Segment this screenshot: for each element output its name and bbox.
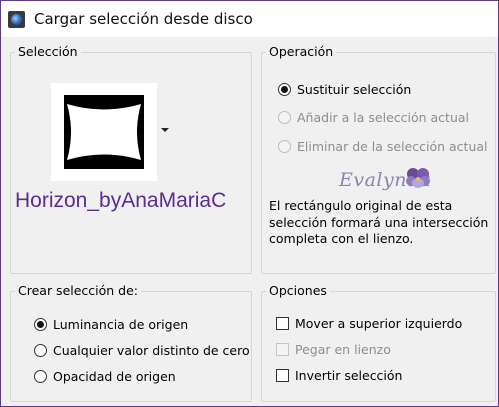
radio-button[interactable] xyxy=(34,370,47,383)
radio-opacidad-label: Opacidad de origen xyxy=(53,369,176,384)
radio-button[interactable] xyxy=(278,111,291,124)
checkbox-mover-label: Mover a superior izquierdo xyxy=(295,316,463,331)
title-bar: Cargar selección desde disco xyxy=(1,1,498,37)
operacion-group: Operación Sustituir selección Añadir a l… xyxy=(261,44,496,274)
window-title: Cargar selección desde disco xyxy=(34,10,253,28)
radio-anadir-label: Añadir a la selección actual xyxy=(297,110,470,125)
radio-button-checked[interactable] xyxy=(278,83,291,96)
checkbox[interactable] xyxy=(276,317,289,330)
checkbox-pegar-label: Pegar en lienzo xyxy=(295,342,391,357)
radio-eliminar-label: Eliminar de la selección actual xyxy=(297,139,488,154)
opciones-legend: Opciones xyxy=(266,283,330,298)
operacion-legend: Operación xyxy=(266,44,337,59)
checkbox[interactable] xyxy=(276,343,289,356)
crear-legend: Crear selección de: xyxy=(15,283,142,298)
selection-name: Horizon_byAnaMariaC xyxy=(15,189,227,212)
radio-cualquier-valor-label: Cualquier valor distinto de cero xyxy=(53,343,250,358)
selection-preview[interactable] xyxy=(51,83,157,181)
operation-description: El rectángulo original de esta selección… xyxy=(269,198,489,246)
opciones-group: Opciones Mover a superior izquierdo Pega… xyxy=(261,283,496,402)
radio-luminancia-label: Luminancia de origen xyxy=(53,317,189,332)
seleccion-legend: Selección xyxy=(15,44,81,59)
pansy-flower-icon xyxy=(406,168,430,188)
radio-button[interactable] xyxy=(278,140,291,153)
radio-button[interactable] xyxy=(34,344,47,357)
radio-button-checked[interactable] xyxy=(34,318,47,331)
chevron-down-icon[interactable] xyxy=(161,128,169,132)
camera-lens-icon xyxy=(8,11,25,28)
crear-group: Crear selección de: Luminancia de origen… xyxy=(10,283,252,402)
checkbox[interactable] xyxy=(276,369,289,382)
radio-sustituir-label: Sustituir selección xyxy=(297,82,412,97)
seleccion-group: Selección Horizon_byAnaMariaC xyxy=(10,44,252,274)
checkbox-invertir-label: Invertir selección xyxy=(295,368,403,383)
selection-shape xyxy=(64,95,144,169)
dialog-window: Cargar selección desde disco Selección H… xyxy=(0,0,499,407)
